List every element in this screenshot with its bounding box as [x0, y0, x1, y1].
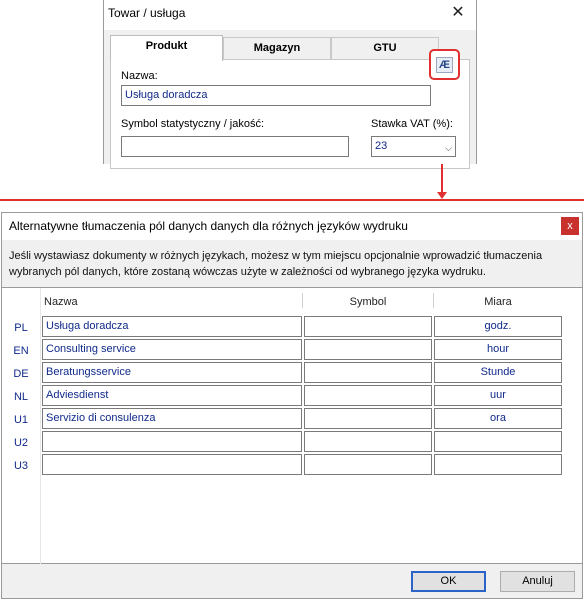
connector-arrow	[0, 164, 584, 201]
tab-gtu[interactable]: GTU	[331, 37, 439, 59]
name-cell[interactable]: Adviesdienst	[42, 385, 302, 406]
tab-magazyn[interactable]: Magazyn	[223, 37, 331, 59]
language-code: NL	[13, 391, 29, 403]
unit-cell[interactable]: Stunde	[434, 362, 562, 383]
symbol-label: Symbol statystyczny / jakość:	[121, 118, 265, 130]
ok-button[interactable]: OK	[411, 571, 486, 592]
column-header-symbol: Symbol	[349, 296, 387, 308]
name-cell[interactable]: Usługa doradcza	[42, 316, 302, 337]
unit-cell[interactable]: hour	[434, 339, 562, 360]
unit-cell[interactable]: godz.	[434, 316, 562, 337]
unit-cell[interactable]	[434, 454, 562, 475]
tab-panel-produkt: Nazwa: Usługa doradcza Symbol statystycz…	[110, 59, 470, 169]
cancel-button[interactable]: Anuluj	[500, 571, 575, 592]
arrow-head-icon	[437, 192, 447, 199]
vat-select[interactable]: 23 ⌵	[371, 136, 456, 157]
unit-cell[interactable]: ora	[434, 408, 562, 429]
unit-cell[interactable]	[434, 431, 562, 452]
vat-label: Stawka VAT (%):	[371, 118, 453, 130]
language-column-divider	[40, 288, 41, 564]
product-dialog: Towar / usługa ✕ Produkt Magazyn GTU Naz…	[103, 0, 477, 169]
product-dialog-body: Produkt Magazyn GTU Nazwa: Usługa doradc…	[104, 30, 476, 169]
column-header-unit: Miara	[484, 296, 512, 308]
translate-button[interactable]: Æ	[429, 49, 460, 80]
product-dialog-title: Towar / usługa	[108, 6, 186, 20]
name-cell[interactable]	[42, 431, 302, 452]
close-icon[interactable]: ✕	[448, 3, 468, 23]
unit-cell[interactable]: uur	[434, 385, 562, 406]
tab-strip: Produkt Magazyn GTU	[110, 35, 440, 61]
name-cell[interactable]: Servizio di consulenza	[42, 408, 302, 429]
language-code: EN	[13, 345, 29, 357]
tab-produkt[interactable]: Produkt	[110, 35, 223, 61]
symbol-cell[interactable]	[304, 431, 432, 452]
name-cell[interactable]	[42, 454, 302, 475]
close-icon[interactable]: x	[561, 217, 579, 235]
symbol-cell[interactable]	[304, 339, 432, 360]
symbol-cell[interactable]	[304, 454, 432, 475]
translations-dialog: Alternatywne tłumaczenia pól danych dany…	[1, 212, 583, 599]
language-code: U3	[13, 460, 29, 472]
language-code: PL	[14, 322, 28, 334]
symbol-cell[interactable]	[304, 362, 432, 383]
vat-value: 23	[375, 140, 388, 152]
ae-ligature-icon: Æ	[436, 57, 453, 73]
dialog-title-text: Alternatywne tłumaczenia pól danych dany…	[9, 219, 408, 233]
symbol-cell[interactable]	[304, 316, 432, 337]
info-text: Jeśli wystawiasz dokumenty w różnych jęz…	[9, 250, 543, 278]
symbol-field[interactable]	[121, 136, 349, 157]
language-code: U2	[13, 437, 29, 449]
name-label: Nazwa:	[121, 70, 158, 82]
column-header-name: Nazwa	[44, 296, 78, 308]
symbol-cell[interactable]	[304, 385, 432, 406]
language-code: DE	[13, 368, 29, 380]
translations-grid: Nazwa Symbol Miara PL Usługa doradcza go…	[2, 287, 582, 564]
symbol-cell[interactable]	[304, 408, 432, 429]
name-cell[interactable]: Beratungsservice	[42, 362, 302, 383]
chevron-down-icon: ⌵	[445, 143, 452, 153]
translations-dialog-title: Alternatywne tłumaczenia pól danych dany…	[2, 213, 582, 240]
language-code: U1	[13, 414, 29, 426]
name-field[interactable]: Usługa doradcza	[121, 85, 431, 106]
name-cell[interactable]: Consulting service	[42, 339, 302, 360]
